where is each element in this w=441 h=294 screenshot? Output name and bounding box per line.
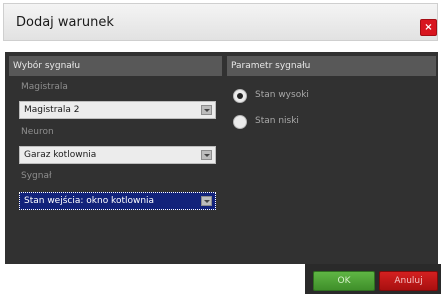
radio-high-state-label: Stan wysoki (255, 90, 309, 100)
bus-select[interactable]: Magistrala 2 (19, 101, 216, 119)
close-button[interactable]: × (420, 19, 437, 36)
dialog-titlebar: Dodaj warunek × (3, 3, 438, 41)
dialog-footer: OK Anuluj (305, 264, 441, 294)
signal-select[interactable]: Stan wejścia: okno kotlownia (19, 192, 216, 210)
signal-parameter-header: Parametr sygnału (227, 56, 436, 76)
add-condition-dialog: Dodaj warunek × Wybór sygnału Parametr s… (0, 0, 441, 294)
radio-checked-icon[interactable] (233, 89, 247, 103)
signal-selection-header: Wybór sygnału (9, 56, 222, 76)
neuron-select-value: Garaz kotlownia (24, 150, 97, 160)
signal-select-value: Stan wejścia: okno kotlownia (24, 196, 155, 206)
radio-unchecked-icon[interactable] (233, 115, 247, 129)
chevron-down-icon[interactable] (201, 150, 212, 160)
close-icon: × (424, 22, 433, 33)
ok-button[interactable]: OK (313, 271, 375, 291)
dialog-title: Dodaj warunek (16, 15, 114, 30)
cancel-button[interactable]: Anuluj (379, 271, 438, 291)
chevron-down-icon[interactable] (201, 196, 212, 206)
bus-select-value: Magistrala 2 (24, 105, 80, 115)
neuron-select[interactable]: Garaz kotlownia (19, 146, 216, 164)
bus-label: Magistrala (21, 82, 68, 92)
radio-low-state-label: Stan niski (255, 116, 299, 126)
signal-label: Sygnał (21, 171, 52, 181)
dialog-body: Wybór sygnału Parametr sygnału Magistral… (5, 52, 438, 264)
neuron-label: Neuron (21, 127, 54, 137)
chevron-down-icon[interactable] (201, 105, 212, 115)
